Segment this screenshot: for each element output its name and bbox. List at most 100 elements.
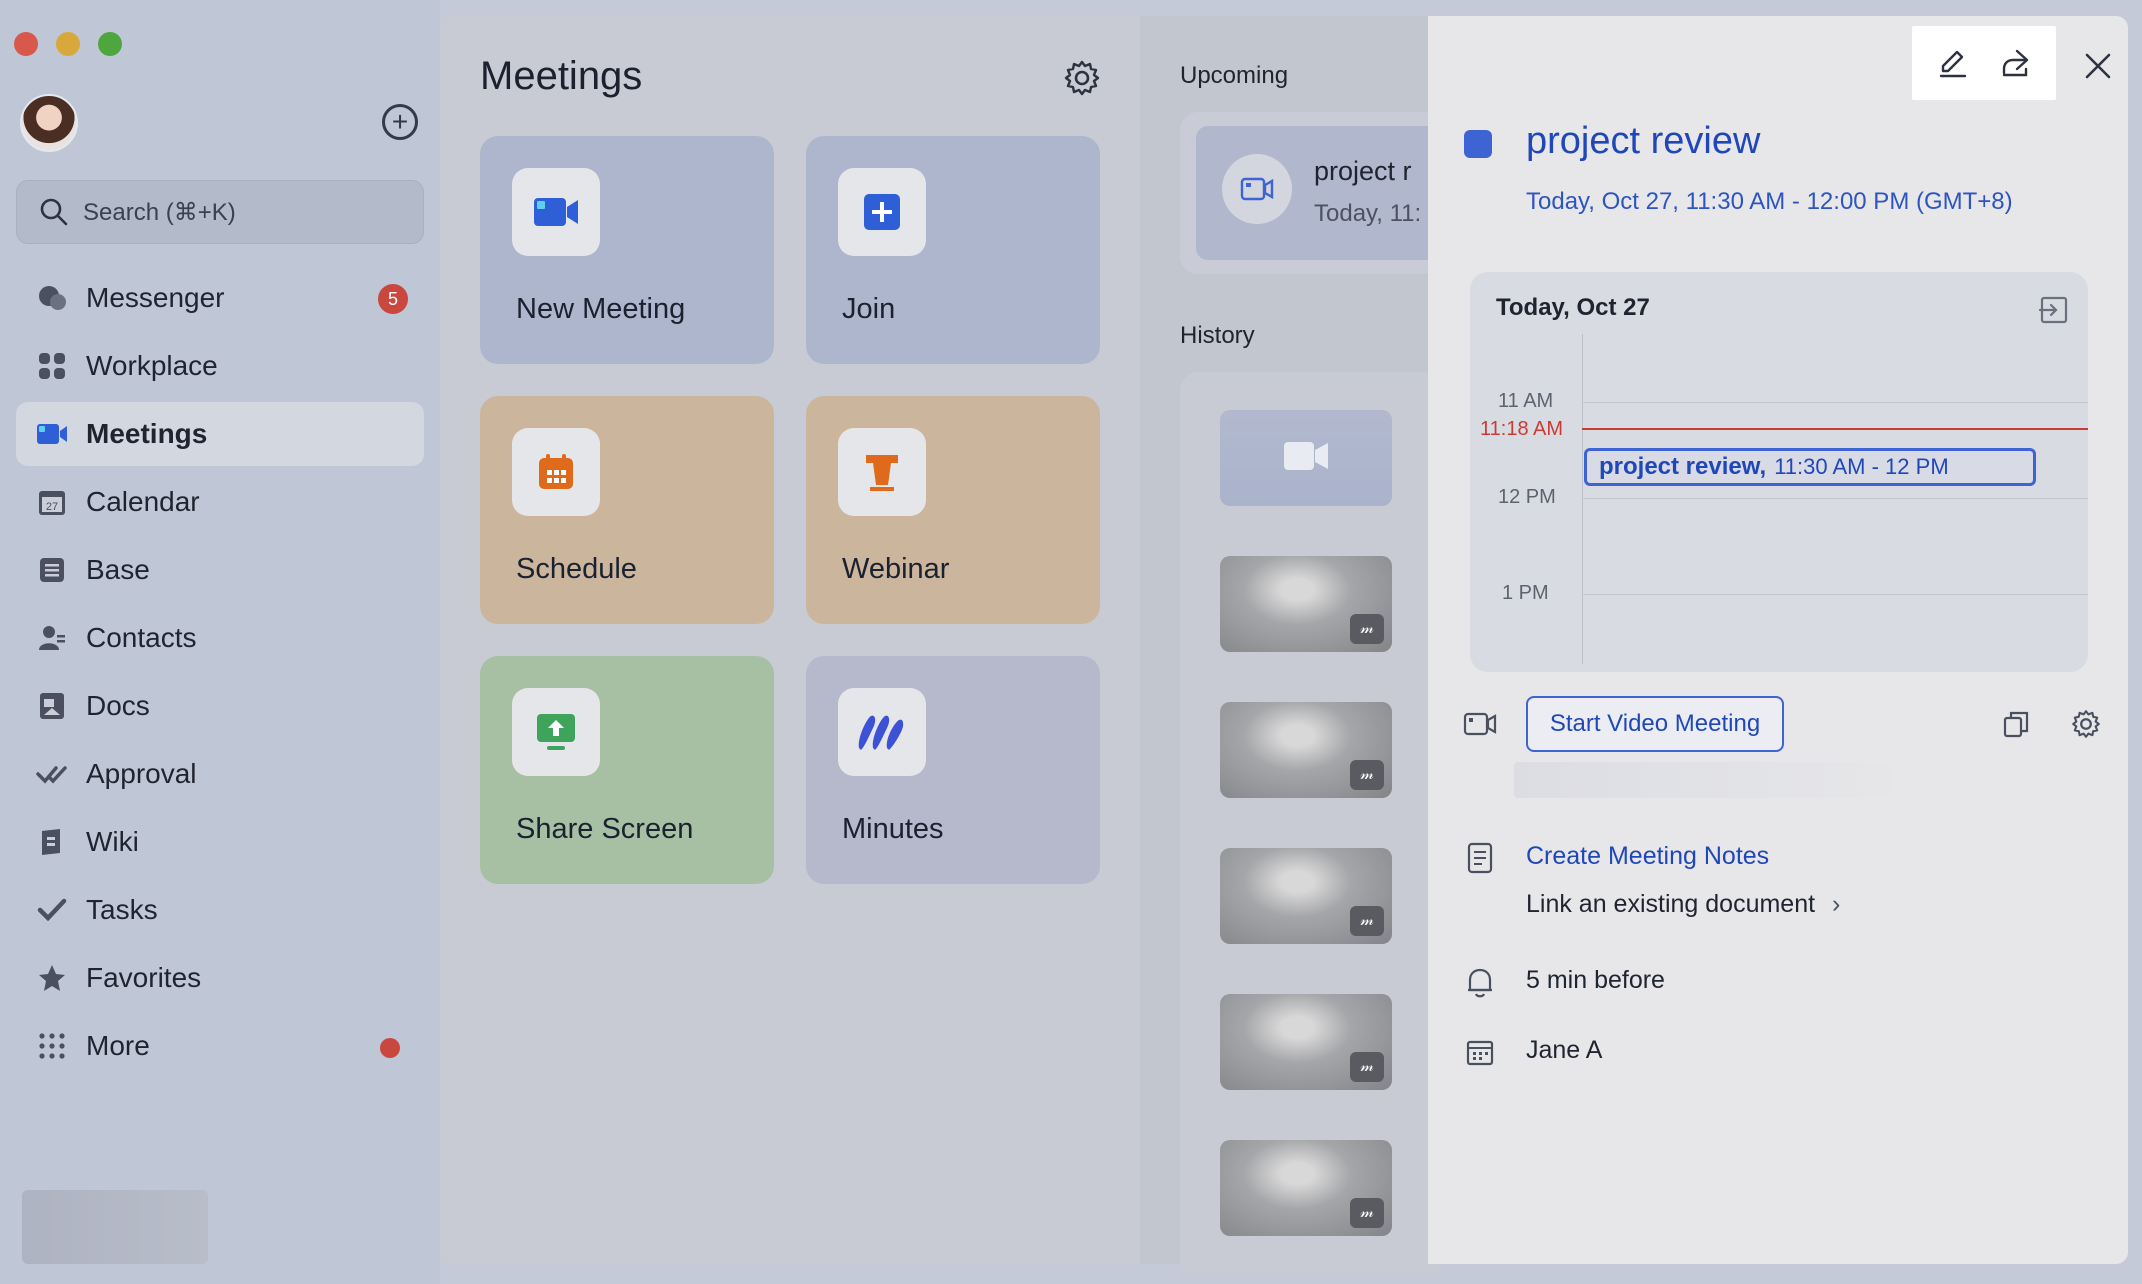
grid-icon	[36, 350, 68, 382]
book-icon	[36, 826, 68, 858]
history-item-thumbnail[interactable]: 𝓂	[1220, 702, 1392, 798]
minimize-window-button[interactable]	[56, 32, 80, 56]
double-check-icon	[36, 758, 68, 790]
sidebar-item-label: Base	[86, 554, 150, 585]
calendar-icon-number: 27	[46, 501, 58, 513]
sidebar-item-docs[interactable]: Docs	[16, 674, 424, 738]
sidebar-item-workplace[interactable]: Workplace	[16, 334, 424, 398]
sidebar-nav: Messenger 5 Workplace Meetings 27 Calend…	[16, 266, 424, 1082]
calendar-date: Today, Oct 27	[1496, 294, 1650, 321]
sidebar-item-wiki[interactable]: Wiki	[16, 810, 424, 874]
chat-bubbles-icon	[36, 282, 68, 314]
calendar-organizer-icon	[1462, 1034, 1498, 1070]
calendar-gutter-line	[1582, 334, 1583, 664]
tile-label: Share Screen	[516, 813, 694, 845]
sidebar-item-contacts[interactable]: Contacts	[16, 606, 424, 670]
calendar-event-time: 11:30 AM - 12 PM	[1774, 454, 1949, 479]
app-window: + Search (⌘+K) Messenger 5 Workplace Mee…	[0, 0, 2142, 1284]
blurred-meeting-link	[1514, 762, 1890, 798]
schedule-button[interactable]: Schedule	[480, 396, 774, 624]
history-item-thumbnail[interactable]: 𝓂	[1220, 848, 1392, 944]
document-icon	[36, 690, 68, 722]
sidebar: + Search (⌘+K) Messenger 5 Workplace Mee…	[0, 0, 440, 1284]
sidebar-item-label: Calendar	[86, 486, 200, 517]
calendar-event-block[interactable]: project review, 11:30 AM - 12 PM	[1584, 448, 2036, 486]
gear-icon[interactable]	[2068, 706, 2104, 742]
webinar-button[interactable]: Webinar	[806, 396, 1100, 624]
link-existing-document-label: Link an existing document	[1526, 890, 1816, 918]
create-meeting-notes-link[interactable]: Create Meeting Notes	[1526, 842, 1769, 871]
zoom-window-button[interactable]	[98, 32, 122, 56]
upcoming-heading: Upcoming	[1180, 62, 1289, 89]
bell-icon	[1462, 964, 1498, 1000]
dots-grid-icon	[36, 1030, 68, 1062]
unread-count-badge: 5	[378, 284, 408, 314]
history-item-thumbnail[interactable]: 𝓂	[1220, 1140, 1392, 1236]
current-time-line	[1582, 428, 2088, 430]
edit-pencil-icon[interactable]	[1933, 43, 1973, 83]
sidebar-item-calendar[interactable]: 27 Calendar	[16, 470, 424, 534]
copy-icon[interactable]	[1998, 706, 2034, 742]
sidebar-item-base[interactable]: Base	[16, 538, 424, 602]
sidebar-item-tasks[interactable]: Tasks	[16, 878, 424, 942]
person-icon	[36, 622, 68, 654]
upcoming-meeting-time: Today, 11:	[1314, 200, 1422, 227]
sidebar-item-label: Meetings	[86, 418, 208, 449]
minutes-button[interactable]: Minutes	[806, 656, 1100, 884]
close-icon[interactable]	[2078, 46, 2118, 86]
meeting-detail-panel: project review Today, Oct 27, 11:30 AM -…	[1428, 16, 2128, 1264]
calendar-event-title: project review,	[1599, 453, 1767, 480]
hour-label: 11 AM	[1498, 390, 1554, 412]
tile-label: New Meeting	[516, 293, 686, 325]
video-camera-icon	[36, 418, 68, 450]
sidebar-item-label: More	[86, 1030, 150, 1061]
notification-dot	[380, 1038, 400, 1058]
upcoming-meeting-card-inner: project r Today, 11:	[1196, 126, 1440, 260]
start-video-meeting-button[interactable]: Start Video Meeting	[1526, 696, 1784, 752]
search-placeholder: Search (⌘+K)	[83, 198, 236, 226]
share-forward-icon[interactable]	[1995, 43, 2035, 83]
minutes-icon	[838, 688, 926, 776]
sidebar-item-label: Messenger	[86, 282, 225, 313]
share-screen-button[interactable]: Share Screen	[480, 656, 774, 884]
open-in-calendar-icon[interactable]	[2036, 292, 2072, 328]
avatar[interactable]	[20, 94, 78, 152]
gear-icon[interactable]	[1062, 58, 1102, 98]
event-title: project review	[1526, 120, 1761, 162]
day-calendar-preview: Today, Oct 27 11 AM 11:18 AM project rev…	[1470, 272, 2088, 672]
video-camera-icon	[1222, 154, 1292, 224]
video-camera-icon	[512, 168, 600, 256]
video-camera-icon	[1462, 706, 1498, 742]
minutes-icon: 𝓂	[1350, 1052, 1384, 1082]
sidebar-item-messenger[interactable]: Messenger 5	[16, 266, 424, 330]
history-item-thumbnail[interactable]: 𝓂	[1220, 556, 1392, 652]
page-title: Meetings	[480, 54, 643, 98]
search-input[interactable]: Search (⌘+K)	[16, 180, 424, 244]
search-icon	[40, 198, 68, 226]
calendar-icon: 27	[36, 486, 68, 518]
sidebar-item-approval[interactable]: Approval	[16, 742, 424, 806]
event-time: Today, Oct 27, 11:30 AM - 12:00 PM (GMT+…	[1526, 188, 2013, 215]
video-camera-icon	[1284, 442, 1328, 470]
tile-label: Webinar	[842, 553, 950, 585]
sidebar-item-more[interactable]: More	[16, 1014, 424, 1078]
upcoming-meeting-card[interactable]: project r Today, 11:	[1180, 112, 1440, 274]
hour-line	[1582, 402, 2088, 403]
sidebar-item-label: Wiki	[86, 826, 139, 857]
meetings-panel: Meetings New Meeting Join Schedule Webin…	[440, 16, 1140, 1264]
sidebar-item-label: Favorites	[86, 962, 202, 993]
history-item-thumbnail[interactable]	[1220, 410, 1392, 506]
join-button[interactable]: Join	[806, 136, 1100, 364]
sidebar-item-label: Docs	[86, 690, 150, 721]
sidebar-item-favorites[interactable]: Favorites	[16, 946, 424, 1010]
add-icon[interactable]: +	[382, 104, 418, 140]
close-window-button[interactable]	[14, 32, 38, 56]
checkmark-icon	[36, 894, 68, 926]
sidebar-item-label: Contacts	[86, 622, 197, 653]
minutes-icon: 𝓂	[1350, 614, 1384, 644]
link-existing-document-link[interactable]: Link an existing document ›	[1526, 890, 1840, 919]
tile-label: Join	[842, 293, 896, 325]
new-meeting-button[interactable]: New Meeting	[480, 136, 774, 364]
history-item-thumbnail[interactable]: 𝓂	[1220, 994, 1392, 1090]
sidebar-item-meetings[interactable]: Meetings	[16, 402, 424, 466]
